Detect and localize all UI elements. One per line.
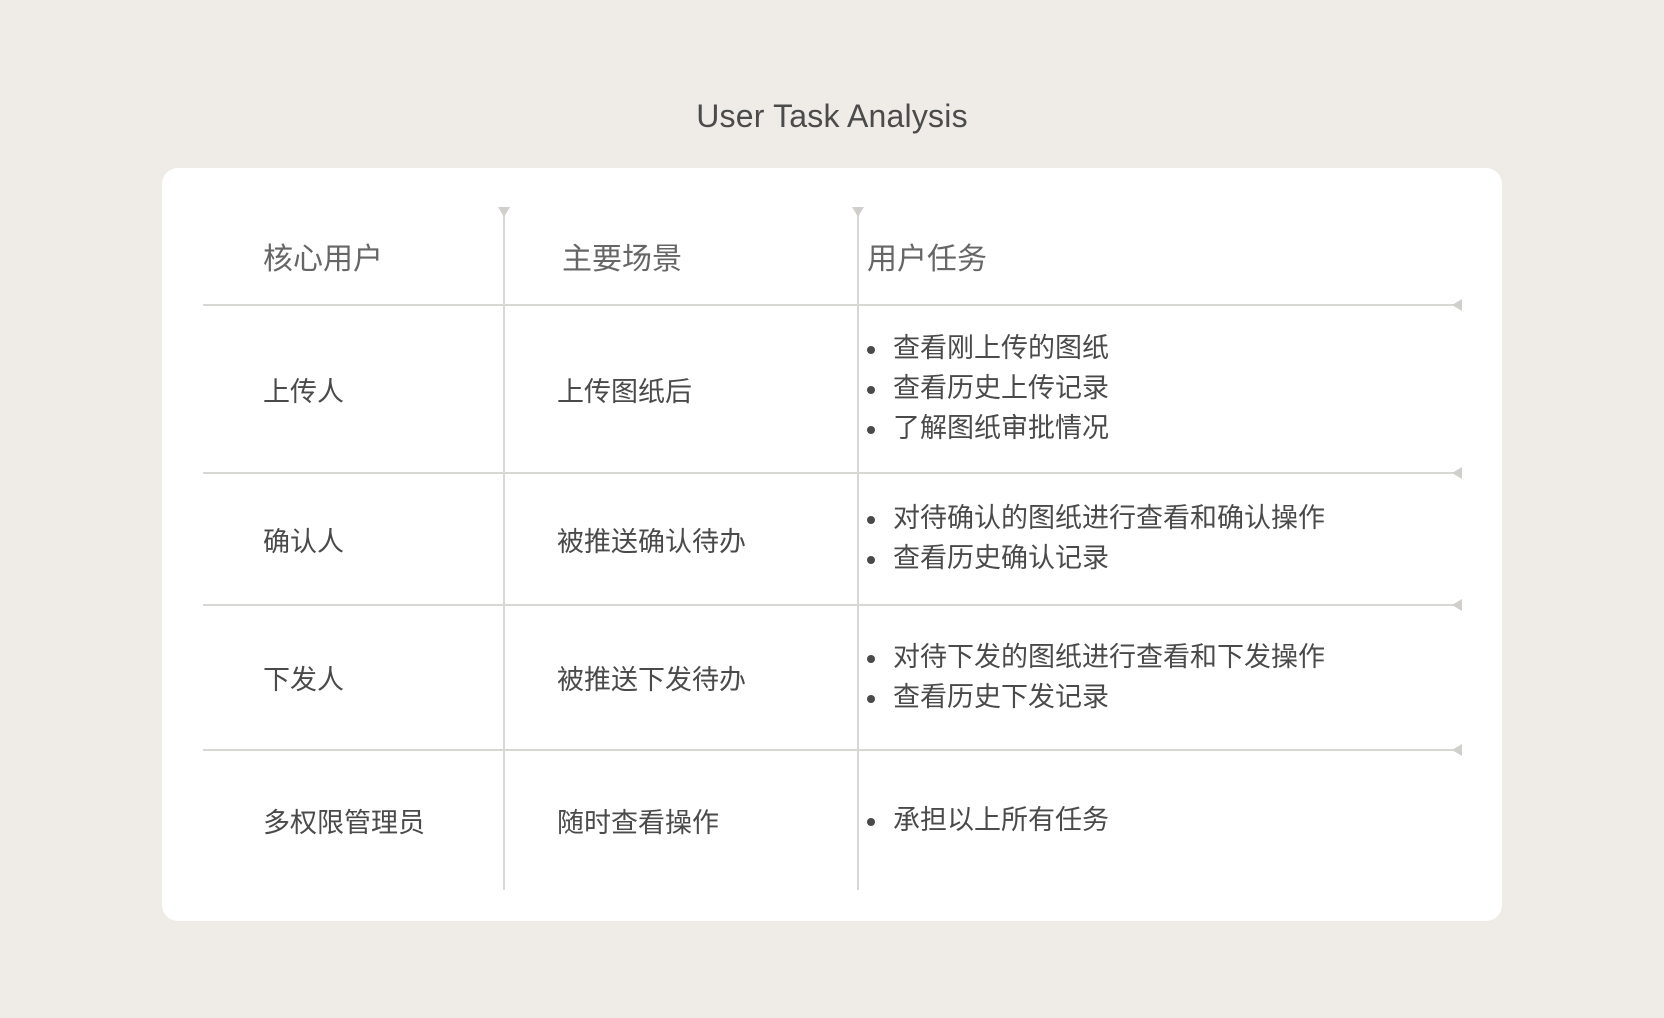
arrow-down-icon <box>852 207 864 217</box>
analysis-card: 核心用户 主要场景 用户任务 上传人 上传图纸后 查看刚上传的图纸 查看历史上传… <box>162 168 1502 921</box>
row-3-scenario: 被推送下发待办 <box>557 665 746 696</box>
task-item: 对待下发的图纸进行查看和下发操作 <box>867 638 1325 678</box>
row-3-tasks: 对待下发的图纸进行查看和下发操作 查看历史下发记录 <box>867 606 1325 749</box>
arrow-left-icon <box>1452 299 1462 311</box>
page-title: User Task Analysis <box>696 98 968 134</box>
task-item: 查看历史上传记录 <box>867 369 1109 409</box>
row-3-user: 下发人 <box>263 665 344 696</box>
row-1-user: 上传人 <box>263 376 344 408</box>
task-list: 对待下发的图纸进行查看和下发操作 查看历史下发记录 <box>867 638 1325 718</box>
header-user-tasks: 用户任务 <box>867 242 987 277</box>
column-divider-1 <box>498 207 510 890</box>
row-4-scenario: 随时查看操作 <box>557 808 719 839</box>
column-divider-2 <box>852 207 864 890</box>
row-2-user: 确认人 <box>263 526 344 558</box>
task-analysis-table: 核心用户 主要场景 用户任务 上传人 上传图纸后 查看刚上传的图纸 查看历史上传… <box>203 207 1462 890</box>
task-list: 查看刚上传的图纸 查看历史上传记录 了解图纸审批情况 <box>867 329 1109 449</box>
header-main-scenario: 主要场景 <box>562 242 682 277</box>
row-4-tasks: 承担以上所有任务 <box>867 751 1109 890</box>
task-item: 查看刚上传的图纸 <box>867 329 1109 369</box>
task-item: 查看历史下发记录 <box>867 678 1325 718</box>
task-list: 承担以上所有任务 <box>867 801 1109 841</box>
task-item: 了解图纸审批情况 <box>867 409 1109 449</box>
row-1-scenario: 上传图纸后 <box>557 376 692 408</box>
arrow-left-icon <box>1452 744 1462 756</box>
header-core-user: 核心用户 <box>263 242 383 277</box>
row-2-scenario: 被推送确认待办 <box>557 526 746 558</box>
row-4-user: 多权限管理员 <box>263 808 425 839</box>
row-2-tasks: 对待确认的图纸进行查看和确认操作 查看历史确认记录 <box>867 474 1325 604</box>
task-item: 承担以上所有任务 <box>867 801 1109 841</box>
arrow-left-icon <box>1452 599 1462 611</box>
row-divider-1 <box>203 299 1462 311</box>
task-item: 查看历史确认记录 <box>867 539 1325 579</box>
arrow-left-icon <box>1452 467 1462 479</box>
row-1-tasks: 查看刚上传的图纸 查看历史上传记录 了解图纸审批情况 <box>867 306 1109 472</box>
task-item: 对待确认的图纸进行查看和确认操作 <box>867 499 1325 539</box>
task-list: 对待确认的图纸进行查看和确认操作 查看历史确认记录 <box>867 499 1325 579</box>
arrow-down-icon <box>498 207 510 217</box>
